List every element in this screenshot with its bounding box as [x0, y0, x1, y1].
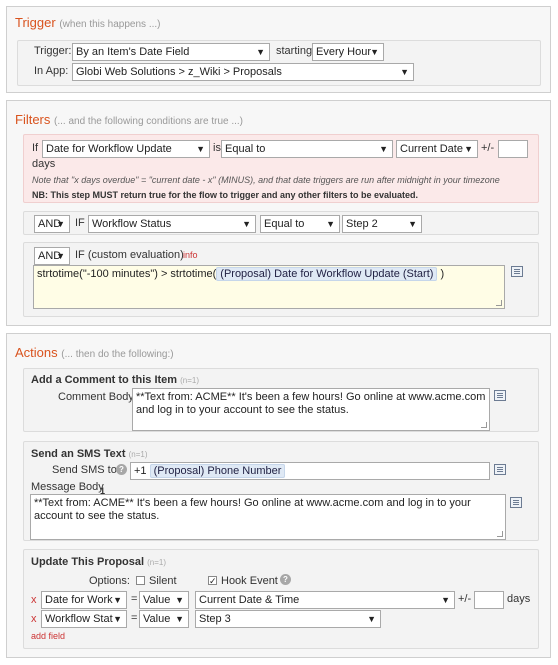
custom-join-select[interactable]: AND ▼ [34, 247, 70, 265]
custom-if-label: IF (custom evaluation) [75, 249, 184, 261]
status-value-select[interactable]: Step 2 ▼ [342, 215, 422, 233]
hook-event-checkbox[interactable]: ✓ [208, 576, 217, 586]
field-picker-icon[interactable] [494, 390, 506, 401]
equals-label: = [131, 612, 138, 624]
is-label: is [213, 142, 221, 154]
chevron-down-icon: ▼ [379, 144, 388, 154]
field-token: (Proposal) Date for Workflow Update (Sta… [216, 267, 438, 281]
date-compare-select[interactable]: Current Date ▼ [396, 140, 478, 158]
chevron-down-icon: ▼ [56, 219, 65, 229]
days-label: days [507, 593, 531, 605]
filters-panel: Filters (... and the following condition… [6, 100, 551, 326]
comment-title: Add a Comment to this Item (n=1) [31, 374, 200, 386]
update-mode-select[interactable]: Value ▼ [139, 610, 189, 628]
in-app-label: In App: [34, 65, 69, 77]
status-operator-select[interactable]: Equal to ▼ [260, 215, 340, 233]
remove-row-icon[interactable]: x [31, 594, 37, 606]
update-field-select[interactable]: Date for Work ▼ [41, 591, 127, 609]
add-field-link[interactable]: add field [31, 631, 65, 641]
custom-evaluation-textarea[interactable]: strtotime("-100 minutes") > strtotime((P… [33, 265, 505, 309]
update-mode-select[interactable]: Value ▼ [139, 591, 189, 609]
days-label: days [32, 158, 56, 170]
chevron-down-icon: ▼ [242, 219, 251, 229]
comment-box: Add a Comment to this Item (n=1) Comment… [23, 368, 539, 432]
chevron-down-icon: ▼ [408, 219, 417, 229]
trigger-select[interactable]: By an Item's Date Field ▼ [72, 43, 270, 61]
trigger-label: Trigger: [34, 45, 72, 57]
chevron-down-icon: ▼ [56, 251, 65, 261]
trigger-box: Trigger: By an Item's Date Field ▼ start… [17, 40, 541, 86]
field-picker-icon[interactable] [511, 266, 523, 277]
help-icon[interactable]: ? [280, 574, 291, 585]
remove-row-icon[interactable]: x [31, 613, 37, 625]
in-app-select[interactable]: Globi Web Solutions > z_Wiki > Proposals… [72, 63, 414, 81]
info-link[interactable]: info [183, 250, 198, 260]
field-picker-icon[interactable] [494, 464, 506, 475]
message-body-textarea[interactable]: **Text from: ACME** It's been a few hour… [30, 494, 506, 540]
update-offset-input[interactable] [474, 591, 504, 609]
resize-handle[interactable] [497, 531, 503, 537]
comment-body-label: Comment Body [58, 391, 134, 403]
chevron-down-icon: ▼ [113, 614, 122, 624]
silent-label: Silent [149, 575, 177, 587]
status-filter-box: AND ▼ IF Workflow Status ▼ Equal to ▼ St… [23, 211, 539, 235]
help-icon[interactable]: ? [116, 464, 127, 475]
chevron-down-icon: ▼ [370, 47, 379, 57]
resize-handle[interactable] [496, 300, 502, 306]
filters-hint: (... and the following conditions are tr… [54, 116, 244, 127]
update-value-select[interactable]: Current Date & Time ▼ [195, 591, 455, 609]
update-value-select[interactable]: Step 3 ▼ [195, 610, 381, 628]
date-field-select[interactable]: Date for Workflow Update ▼ [42, 140, 210, 158]
status-join-select[interactable]: AND ▼ [34, 215, 70, 233]
update-count: (n=1) [147, 558, 167, 567]
actions-panel: Actions (... then do the following:) Add… [6, 333, 551, 658]
custom-filter-box: AND ▼ IF (custom evaluation) info strtot… [23, 242, 539, 317]
date-offset-input[interactable] [498, 140, 528, 158]
chevron-down-icon: ▼ [256, 47, 265, 57]
chevron-down-icon: ▼ [400, 67, 409, 77]
chevron-down-icon: ▼ [196, 144, 205, 154]
if-label: If [32, 142, 39, 154]
hook-event-label: Hook Event [221, 575, 278, 587]
phone-token: (Proposal) Phone Number [149, 464, 286, 478]
chevron-down-icon: ▼ [175, 614, 184, 624]
comment-body-textarea[interactable]: **Text from: ACME** It's been a few hour… [132, 388, 490, 431]
chevron-down-icon: ▼ [175, 595, 184, 605]
status-field-select[interactable]: Workflow Status ▼ [88, 215, 256, 233]
send-to-input[interactable]: +1 (Proposal) Phone Number [130, 462, 490, 480]
chevron-down-icon: ▼ [326, 219, 335, 229]
date-operator-select[interactable]: Equal to ▼ [221, 140, 393, 158]
options-label: Options: [89, 575, 130, 587]
plus-minus-label: +/- [481, 142, 495, 154]
update-box: Update This Proposal (n=1) Options: Sile… [23, 549, 539, 649]
update-field-select[interactable]: Workflow Stat ▼ [41, 610, 127, 628]
sms-count: (n=1) [128, 450, 148, 459]
date-filter-box: If Date for Workflow Update ▼ is Equal t… [23, 134, 539, 203]
chevron-down-icon: ▼ [441, 595, 450, 605]
chevron-down-icon: ▼ [113, 595, 122, 605]
date-note: Note that "x days overdue" = "current da… [32, 175, 500, 185]
send-to-label: Send SMS to [52, 464, 117, 476]
filters-title: Filters (... and the following condition… [15, 112, 244, 127]
actions-title: Actions (... then do the following:) [15, 345, 174, 360]
field-picker-icon[interactable] [510, 497, 522, 508]
actions-hint: (... then do the following:) [61, 349, 174, 360]
nb-note: NB: This step MUST return true for the f… [32, 190, 419, 200]
comment-count: (n=1) [180, 376, 200, 385]
sms-box: Send an SMS Text (n=1) Send SMS to ? +1 … [23, 441, 539, 541]
message-body-label: Message Body [31, 481, 104, 493]
sms-title: Send an SMS Text (n=1) [31, 448, 148, 460]
status-if-label: IF [75, 217, 85, 229]
chevron-down-icon: ▼ [464, 144, 473, 154]
chevron-down-icon: ▼ [367, 614, 376, 624]
starting-at-select[interactable]: Every Hour ▼ [312, 43, 384, 61]
trigger-hint: (when this happens ...) [59, 19, 161, 30]
plus-minus-label: +/- [458, 593, 472, 605]
equals-label: = [131, 593, 138, 605]
trigger-panel: Trigger (when this happens ...) Trigger:… [6, 6, 551, 93]
update-title: Update This Proposal (n=1) [31, 556, 167, 568]
silent-checkbox[interactable] [136, 576, 145, 585]
resize-handle[interactable] [481, 422, 487, 428]
trigger-title: Trigger (when this happens ...) [15, 15, 161, 30]
